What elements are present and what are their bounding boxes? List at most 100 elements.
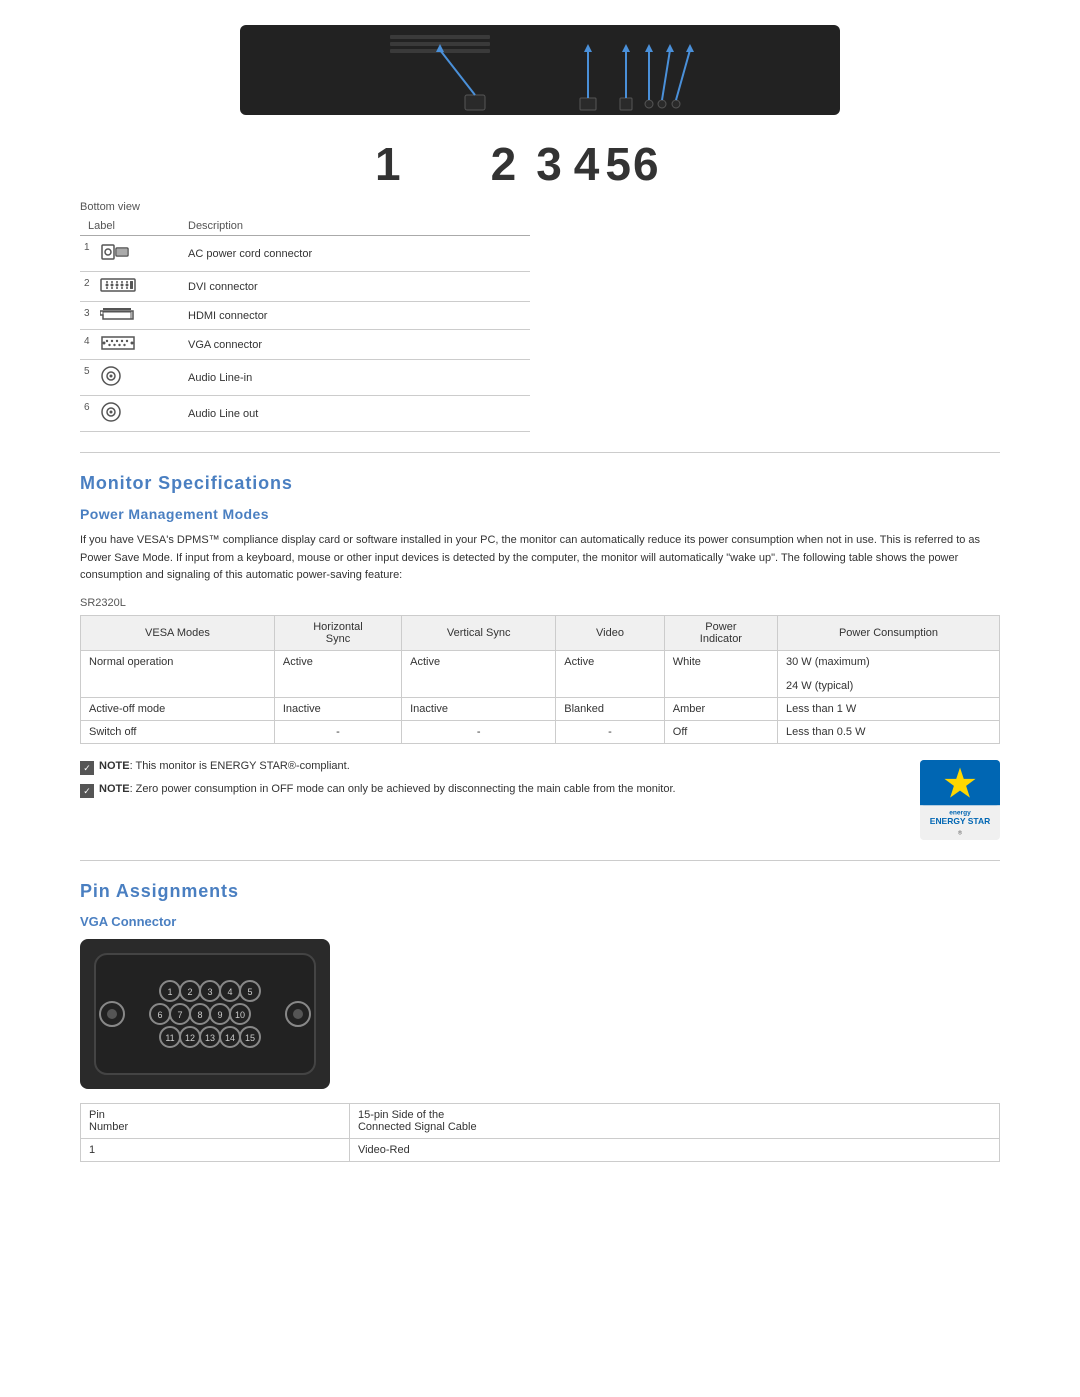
power-col-indicator: PowerIndicator	[664, 615, 777, 650]
label-3: 3	[536, 137, 562, 191]
pin-col-signal: 15-pin Side of theConnected Signal Cable	[349, 1103, 999, 1138]
connector-row-4: 4	[80, 330, 530, 360]
connector-row-3: 3 HDMI connector	[80, 302, 530, 330]
monitor-diagram	[210, 20, 870, 130]
power-mgmt-description: If you have VESA's DPMS™ compliance disp…	[80, 532, 1000, 585]
dvi-icon	[100, 277, 136, 293]
power-col-consumption: Power Consumption	[778, 615, 1000, 650]
svg-text:14: 14	[225, 1033, 235, 1043]
svg-text:ENERGY STAR: ENERGY STAR	[930, 816, 990, 826]
connector-desc-5: Audio Line-in	[180, 360, 530, 396]
label-5: 5	[605, 137, 631, 191]
model-label: SR2320L	[80, 597, 1000, 609]
note-text-2: NOTE: Zero power consumption in OFF mode…	[99, 783, 676, 795]
power-cell-normal-indicator: White	[664, 650, 777, 697]
hdmi-icon	[100, 307, 134, 321]
connector-desc-2: DVI connector	[180, 272, 530, 302]
notes-section: ✓ NOTE: This monitor is ENERGY STAR®-com…	[80, 760, 890, 806]
svg-text:9: 9	[217, 1010, 222, 1020]
vga-image-container: 1 2 3 4 5 6 7 8 9 10	[80, 939, 330, 1089]
connector-row-2: 2	[80, 272, 530, 302]
vga-diagram: 1 2 3 4 5 6 7 8 9 10	[90, 949, 320, 1079]
power-cell-normal-mode: Normal operation	[81, 650, 275, 697]
label-6: 6	[633, 137, 659, 191]
power-cell-switchoff-vsync: -	[402, 720, 556, 743]
power-cell-switchoff-video: -	[556, 720, 665, 743]
power-cell-normal-vsync: Active	[402, 650, 556, 697]
svg-text:7: 7	[177, 1010, 182, 1020]
energy-star-logo: energy ENERGY STAR ®	[920, 760, 1000, 840]
connector-label-5: 5	[80, 360, 180, 396]
pin-assignments-title: Pin Assignments	[80, 881, 1000, 902]
connector-label-4: 4	[80, 330, 180, 360]
label-1: 1	[375, 137, 401, 191]
svg-text:1: 1	[167, 987, 172, 997]
pin-row-1: 1 Video-Red	[81, 1138, 1000, 1161]
connector-desc-6: Audio Line out	[180, 396, 530, 432]
monitor-specs-section: Monitor Specifications Power Management …	[80, 473, 1000, 840]
power-row-switchoff: Switch off - - - Off Less than 0.5 W	[81, 720, 1000, 743]
connector-table: Label Description 1	[80, 217, 530, 432]
connector-label-1: 1	[80, 236, 180, 272]
connector-row-5: 5 Audio Line-in	[80, 360, 530, 396]
power-cell-activeoff-mode: Active-off mode	[81, 697, 275, 720]
pin-assignments-section: Pin Assignments VGA Connector 1 2	[80, 881, 1000, 1162]
connector-label-2: 2	[80, 272, 180, 302]
col-label: Label	[80, 217, 180, 236]
power-mgmt-title: Power Management Modes	[80, 506, 1000, 522]
svg-text:11: 11	[165, 1033, 174, 1043]
monitor-image-section: 1 2 3 4 5 6	[80, 20, 1000, 191]
divider-1	[80, 452, 1000, 453]
vga-connector-title: VGA Connector	[80, 914, 1000, 929]
pin-assignment-table: PinNumber 15-pin Side of theConnected Si…	[80, 1103, 1000, 1162]
power-col-vesa: VESA Modes	[81, 615, 275, 650]
power-cell-normal-video: Active	[556, 650, 665, 697]
svg-text:12: 12	[185, 1033, 195, 1043]
power-col-vsync: Vertical Sync	[402, 615, 556, 650]
power-cell-activeoff-vsync: Inactive	[402, 697, 556, 720]
pin-table-header-row: PinNumber 15-pin Side of theConnected Si…	[81, 1103, 1000, 1138]
power-cell-switchoff-hsync: -	[274, 720, 401, 743]
connector-row-6: 6 Audio Line out	[80, 396, 530, 432]
svg-text:6: 6	[157, 1010, 162, 1020]
power-cell-switchoff-consumption: Less than 0.5 W	[778, 720, 1000, 743]
power-table: VESA Modes HorizontalSync Vertical Sync …	[80, 615, 1000, 744]
svg-text:5: 5	[247, 987, 252, 997]
connector-label-3: 3	[80, 302, 180, 330]
connector-row-1: 1 AC power cord connector	[80, 236, 530, 272]
power-cell-activeoff-indicator: Amber	[664, 697, 777, 720]
power-cell-activeoff-video: Blanked	[556, 697, 665, 720]
label-2: 2	[491, 137, 517, 191]
power-cell-activeoff-consumption: Less than 1 W	[778, 697, 1000, 720]
pin-signal-1: Video-Red	[349, 1138, 999, 1161]
svg-text:13: 13	[205, 1033, 215, 1043]
power-cell-normal-consumption: 30 W (maximum)24 W (typical)	[778, 650, 1000, 697]
audio-in-icon	[100, 365, 122, 387]
power-row-normal: Normal operation Active Active Active Wh…	[81, 650, 1000, 697]
connector-desc-1: AC power cord connector	[180, 236, 530, 272]
col-description: Description	[180, 217, 530, 236]
energy-star-section: ✓ NOTE: This monitor is ENERGY STAR®-com…	[80, 760, 1000, 840]
power-cell-activeoff-hsync: Inactive	[274, 697, 401, 720]
power-cell-switchoff-mode: Switch off	[81, 720, 275, 743]
svg-text:15: 15	[245, 1033, 255, 1043]
connector-desc-4: VGA connector	[180, 330, 530, 360]
pin-col-number: PinNumber	[81, 1103, 350, 1138]
svg-text:10: 10	[235, 1010, 245, 1020]
note-text-1: NOTE: This monitor is ENERGY STAR®-compl…	[99, 760, 350, 772]
connector-label-6: 6	[80, 396, 180, 432]
power-cell-normal-hsync: Active	[274, 650, 401, 697]
audio-out-icon	[100, 401, 122, 423]
monitor-specs-title: Monitor Specifications	[80, 473, 1000, 494]
note-1: ✓ NOTE: This monitor is ENERGY STAR®-com…	[80, 760, 890, 775]
pin-num-1: 1	[81, 1138, 350, 1161]
bottom-view-section: Bottom view Label Description 1	[80, 201, 1000, 432]
svg-text:8: 8	[197, 1010, 202, 1020]
bottom-view-label: Bottom view	[80, 201, 1000, 213]
power-col-hsync: HorizontalSync	[274, 615, 401, 650]
connector-desc-3: HDMI connector	[180, 302, 530, 330]
svg-text:3: 3	[207, 987, 212, 997]
page-wrapper: 1 2 3 4 5 6 Bottom view Label Descriptio…	[0, 0, 1080, 1182]
note-2: ✓ NOTE: Zero power consumption in OFF mo…	[80, 783, 890, 798]
svg-text:2: 2	[187, 987, 192, 997]
